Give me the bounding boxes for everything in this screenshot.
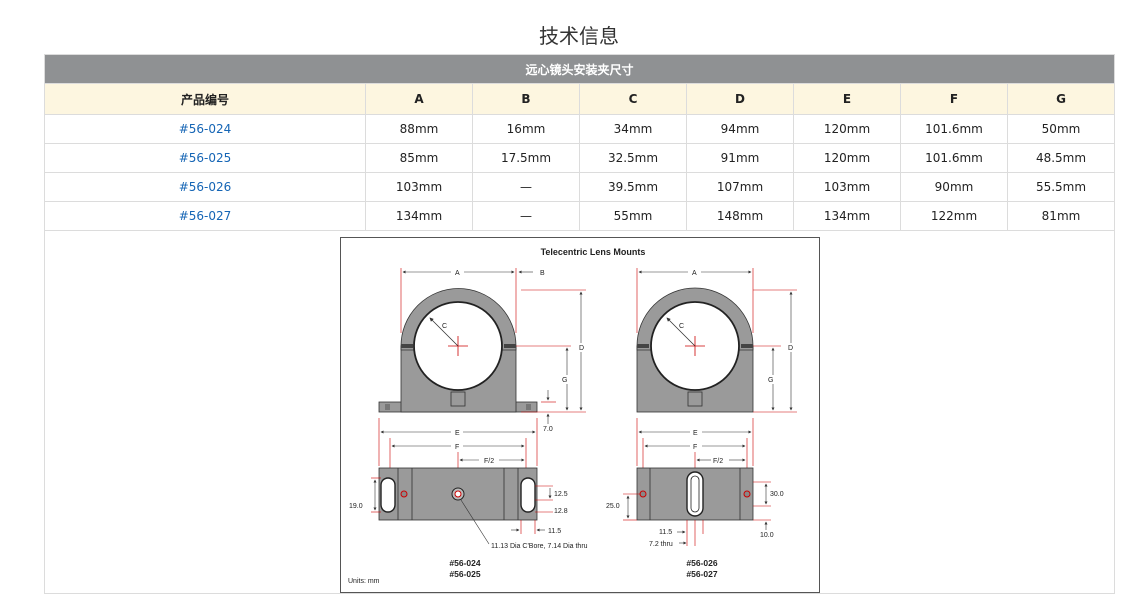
cell-c: 39.5mm bbox=[579, 172, 687, 202]
part-number-link[interactable]: #56-025 bbox=[44, 143, 366, 173]
dim-10-0: 10.0 bbox=[760, 532, 774, 539]
cell-g: 81mm bbox=[1006, 201, 1116, 231]
cell-d: 148mm bbox=[686, 201, 794, 231]
label-c-left: C bbox=[442, 323, 447, 330]
table-row: #56-024 88mm 16mm 34mm 94mm 120mm 101.6m… bbox=[44, 114, 1116, 144]
label-f-right: F bbox=[693, 444, 697, 451]
label-a-left: A bbox=[455, 270, 460, 277]
technical-drawing: Telecentric Lens Mounts C A B D G 7.0 E … bbox=[340, 237, 820, 593]
label-g-left: G bbox=[562, 377, 567, 384]
left-front-view: C A B D G 7.0 bbox=[378, 268, 586, 433]
dim-19-0: 19.0 bbox=[349, 503, 363, 510]
dim-11-5-right: 11.5 bbox=[659, 529, 672, 536]
col-header-f: F bbox=[900, 83, 1008, 115]
cell-d: 94mm bbox=[686, 114, 794, 144]
table-row: #56-027 134mm — 55mm 148mm 134mm 122mm 8… bbox=[44, 201, 1116, 231]
cell-f: 101.6mm bbox=[900, 114, 1008, 144]
cell-e: 134mm bbox=[793, 201, 901, 231]
col-header-d: D bbox=[686, 83, 794, 115]
cell-a: 134mm bbox=[365, 201, 473, 231]
label-c-right: C bbox=[679, 323, 684, 330]
col-header-part-number: 产品编号 bbox=[44, 83, 366, 115]
units-note: Units: mm bbox=[348, 578, 380, 585]
cell-b: — bbox=[472, 201, 580, 231]
table-row: #56-026 103mm — 39.5mm 107mm 103mm 90mm … bbox=[44, 172, 1116, 202]
right-bottom-view: E F F/2 25.0 30.0 10.0 11.5 7.2 thru #56… bbox=[606, 418, 784, 579]
cell-f: 90mm bbox=[900, 172, 1008, 202]
cell-d: 91mm bbox=[686, 143, 794, 173]
cell-e: 120mm bbox=[793, 114, 901, 144]
part-label-56-027: #56-027 bbox=[686, 569, 717, 579]
right-front-view: C A D G bbox=[636, 268, 797, 413]
label-b-left: B bbox=[540, 270, 545, 277]
dim-7-2: 7.2 thru bbox=[649, 541, 673, 548]
label-f2-left: F/2 bbox=[484, 458, 494, 465]
col-header-b: B bbox=[472, 83, 580, 115]
cell-e: 120mm bbox=[793, 143, 901, 173]
label-d-right: D bbox=[788, 345, 793, 352]
col-header-c: C bbox=[579, 83, 687, 115]
table-row: #56-025 85mm 17.5mm 32.5mm 91mm 120mm 10… bbox=[44, 143, 1116, 173]
part-number-link[interactable]: #56-026 bbox=[44, 172, 366, 202]
col-header-a: A bbox=[365, 83, 473, 115]
label-e-left: E bbox=[455, 430, 460, 437]
cell-a: 103mm bbox=[365, 172, 473, 202]
part-number-link[interactable]: #56-027 bbox=[44, 201, 366, 231]
col-header-g: G bbox=[1006, 83, 1116, 115]
cell-c: 32.5mm bbox=[579, 143, 687, 173]
col-header-e: E bbox=[793, 83, 901, 115]
cell-b: 16mm bbox=[472, 114, 580, 144]
cell-g: 48.5mm bbox=[1006, 143, 1116, 173]
part-label-56-025: #56-025 bbox=[449, 569, 480, 579]
cell-c: 55mm bbox=[579, 201, 687, 231]
cbore-note: 11.13 Dia C'Bore, 7.14 Dia thru bbox=[491, 543, 588, 550]
part-label-56-024: #56-024 bbox=[449, 558, 480, 568]
label-d-left: D bbox=[579, 345, 584, 352]
cell-e: 103mm bbox=[793, 172, 901, 202]
part-number-link[interactable]: #56-024 bbox=[44, 114, 366, 144]
left-bottom-view: E F F/2 19.0 12.5 12.8 11.5 11.13 Dia C'… bbox=[349, 418, 588, 579]
cell-f: 101.6mm bbox=[900, 143, 1008, 173]
label-f2-right: F/2 bbox=[713, 458, 723, 465]
cell-d: 107mm bbox=[686, 172, 794, 202]
dim-7-0: 7.0 bbox=[543, 426, 553, 433]
cell-g: 50mm bbox=[1006, 114, 1116, 144]
label-f-left: F bbox=[455, 444, 459, 451]
dim-11-5-left: 11.5 bbox=[548, 528, 561, 535]
dim-12-5: 12.5 bbox=[554, 491, 568, 498]
cell-f: 122mm bbox=[900, 201, 1008, 231]
dim-30-0: 30.0 bbox=[770, 491, 784, 498]
dim-25-0: 25.0 bbox=[606, 503, 620, 510]
dim-12-8: 12.8 bbox=[554, 508, 568, 515]
cell-a: 88mm bbox=[365, 114, 473, 144]
label-g-right: G bbox=[768, 377, 773, 384]
cell-a: 85mm bbox=[365, 143, 473, 173]
cell-c: 34mm bbox=[579, 114, 687, 144]
cell-b: 17.5mm bbox=[472, 143, 580, 173]
table-caption: 远心镜头安装夹尺寸 bbox=[43, 54, 1116, 84]
label-e-right: E bbox=[693, 430, 698, 437]
label-a-right: A bbox=[692, 270, 697, 277]
cell-g: 55.5mm bbox=[1006, 172, 1116, 202]
part-label-56-026: #56-026 bbox=[686, 558, 717, 568]
cell-b: — bbox=[472, 172, 580, 202]
page-title: 技术信息 bbox=[539, 24, 619, 48]
drawing-title: Telecentric Lens Mounts bbox=[541, 247, 646, 257]
